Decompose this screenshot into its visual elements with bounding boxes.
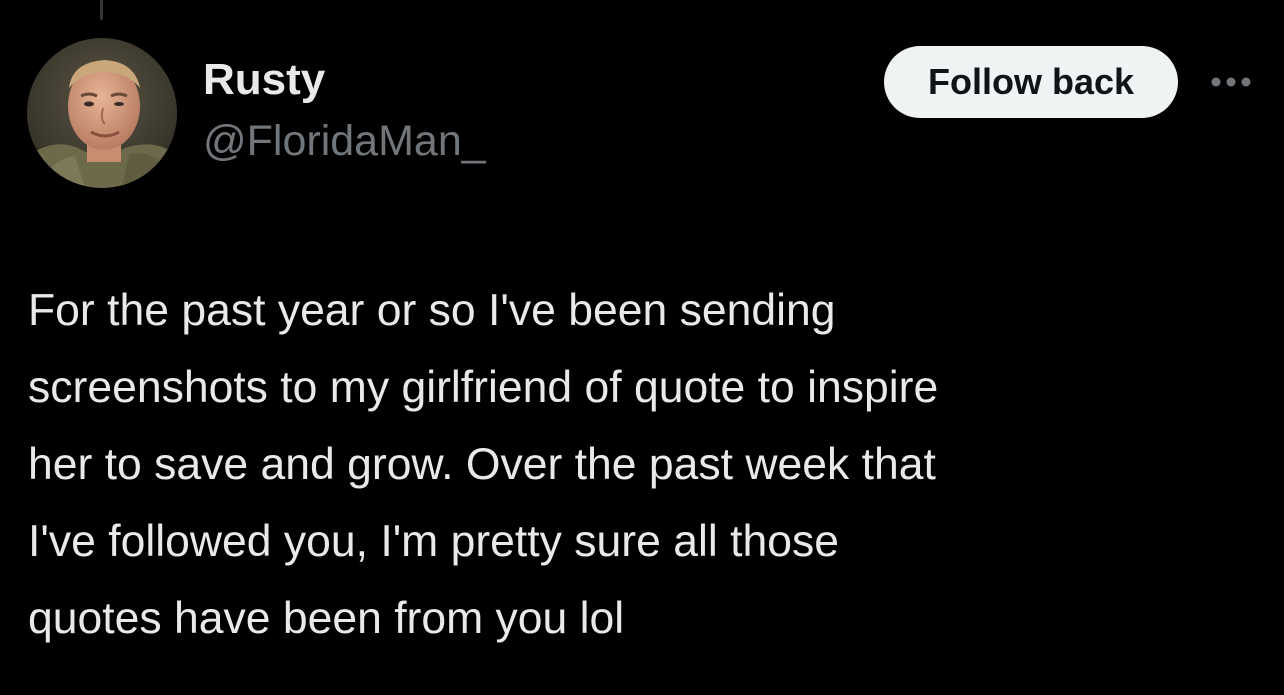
avatar[interactable] [27, 38, 177, 188]
tweet-text-line: For the past year or so I've been sendin… [28, 286, 836, 335]
tweet-text: For the past year or so I've been sendin… [28, 272, 1268, 657]
tweet-text-line: quotes have been from you lol [28, 594, 625, 643]
follow-back-button[interactable]: Follow back [884, 46, 1178, 118]
author-handle[interactable]: @FloridaMan_ [203, 117, 486, 165]
tweet-text-line: screenshots to my girlfriend of quote to… [28, 363, 939, 412]
tweet-text-line: I've followed you, I'm pretty sure all t… [28, 517, 839, 566]
tweet-text-line: her to save and grow. Over the past week… [28, 440, 936, 489]
author-display-name[interactable]: Rusty [203, 55, 325, 104]
more-options-icon[interactable] [1208, 74, 1254, 90]
thread-connector-line [100, 0, 103, 20]
user-avatar-icon [27, 38, 177, 188]
